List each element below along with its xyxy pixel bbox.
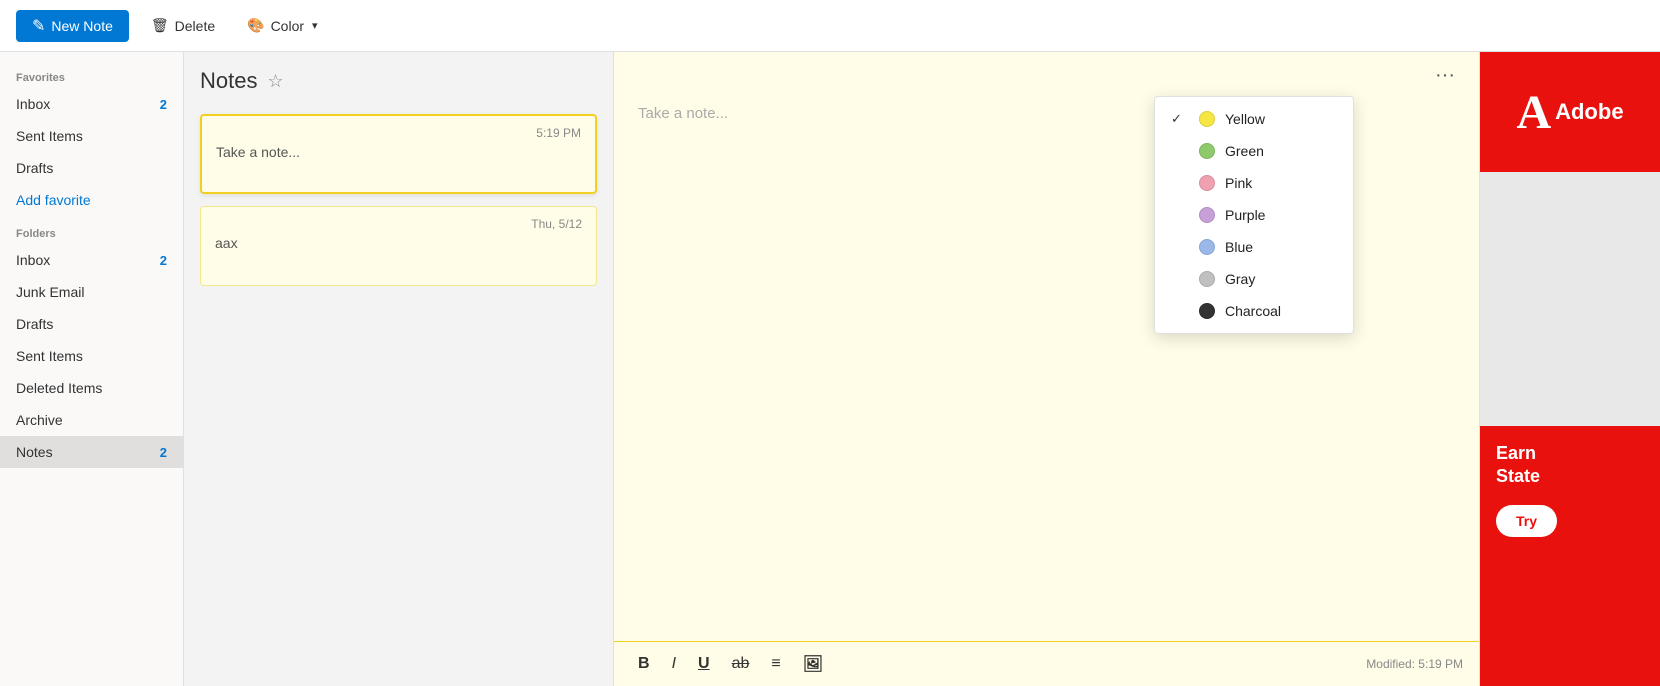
adobe-try-button[interactable]: Try xyxy=(1496,505,1557,537)
note-placeholder: Take a note... xyxy=(638,105,728,122)
drafts-fav-label: Drafts xyxy=(16,160,53,176)
color-option-green[interactable]: Green xyxy=(1155,135,1353,167)
junk-email-label: Junk Email xyxy=(16,284,84,300)
green-dot xyxy=(1199,143,1215,159)
yellow-dot xyxy=(1199,111,1215,127)
color-option-charcoal[interactable]: Charcoal xyxy=(1155,295,1353,327)
delete-icon: 🗑 xyxy=(151,17,169,34)
green-label: Green xyxy=(1225,143,1264,159)
delete-button[interactable]: 🗑 Delete xyxy=(141,11,225,40)
note-editor-top-bar: ··· xyxy=(614,52,1479,89)
underline-button[interactable]: U xyxy=(690,651,718,677)
main-area: Favorites Inbox 2 Sent Items Drafts Add … xyxy=(0,52,1660,686)
sent-items-fav-label: Sent Items xyxy=(16,128,83,144)
deleted-items-label: Deleted Items xyxy=(16,380,102,396)
sidebar-item-inbox-fav[interactable]: Inbox 2 xyxy=(0,88,183,120)
note2-time: Thu, 5/12 xyxy=(215,217,582,231)
adobe-earn-state-text: EarnState xyxy=(1496,442,1644,489)
notes-star-icon[interactable]: ☆ xyxy=(267,71,283,92)
blue-dot xyxy=(1199,239,1215,255)
purple-dot xyxy=(1199,207,1215,223)
notes-panel: Notes ☆ 5:19 PM Take a note... Thu, 5/12… xyxy=(184,52,614,686)
sidebar-item-inbox[interactable]: Inbox 2 xyxy=(0,244,183,276)
note-editor: ··· Take a note... B I U ab ≡ 🖼 Modified… xyxy=(614,52,1480,686)
notes-panel-header: Notes ☆ xyxy=(200,68,597,102)
right-edge-panel: A Adobe EarnState Try xyxy=(1480,52,1660,686)
notes-badge: 2 xyxy=(147,445,167,460)
charcoal-label: Charcoal xyxy=(1225,303,1281,319)
sidebar-item-notes[interactable]: Notes 2 xyxy=(0,436,183,468)
blue-label: Blue xyxy=(1225,239,1253,255)
note-card-1[interactable]: 5:19 PM Take a note... xyxy=(200,114,597,194)
delete-label: Delete xyxy=(175,18,215,34)
note1-preview: Take a note... xyxy=(216,144,581,160)
note2-preview: aax xyxy=(215,235,582,251)
gray-dot xyxy=(1199,271,1215,287)
color-option-blue[interactable]: Blue xyxy=(1155,231,1353,263)
new-note-label: New Note xyxy=(51,18,112,34)
color-icon: 🎨 xyxy=(247,17,264,34)
chevron-down-icon: ▾ xyxy=(312,19,318,32)
toolbar: ✎ New Note 🗑 Delete 🎨 Color ▾ xyxy=(0,0,1660,52)
adobe-bottom-banner: EarnState Try xyxy=(1480,426,1660,686)
gray-label: Gray xyxy=(1225,271,1255,287)
bold-button[interactable]: B xyxy=(630,651,658,677)
italic-button[interactable]: I xyxy=(664,651,684,677)
sidebar-item-sent-items-fav[interactable]: Sent Items xyxy=(0,120,183,152)
color-button[interactable]: 🎨 Color ▾ xyxy=(237,11,327,40)
sidebar-item-archive[interactable]: Archive xyxy=(0,404,183,436)
drafts-label: Drafts xyxy=(16,316,53,332)
favorites-header: Favorites xyxy=(0,60,183,88)
charcoal-dot xyxy=(1199,303,1215,319)
inbox-label: Inbox xyxy=(16,252,50,268)
purple-label: Purple xyxy=(1225,207,1265,223)
color-option-gray[interactable]: Gray xyxy=(1155,263,1353,295)
archive-label: Archive xyxy=(16,412,63,428)
note1-time: 5:19 PM xyxy=(216,126,581,140)
sidebar-item-drafts[interactable]: Drafts xyxy=(0,308,183,340)
color-option-purple[interactable]: Purple xyxy=(1155,199,1353,231)
folders-header: Folders xyxy=(0,216,183,244)
strikethrough-button[interactable]: ab xyxy=(724,651,758,677)
sidebar: Favorites Inbox 2 Sent Items Drafts Add … xyxy=(0,52,184,686)
inbox-fav-badge: 2 xyxy=(147,97,167,112)
adobe-logo: A xyxy=(1516,85,1551,140)
new-note-icon: ✎ xyxy=(32,16,45,36)
color-option-pink[interactable]: Pink xyxy=(1155,167,1353,199)
sidebar-item-sent-items[interactable]: Sent Items xyxy=(0,340,183,372)
sidebar-item-deleted-items[interactable]: Deleted Items xyxy=(0,372,183,404)
pink-label: Pink xyxy=(1225,175,1252,191)
notes-panel-title: Notes xyxy=(200,68,257,94)
sidebar-item-drafts-fav[interactable]: Drafts xyxy=(0,152,183,184)
new-note-button[interactable]: ✎ New Note xyxy=(16,10,129,42)
add-favorite-link[interactable]: Add favorite xyxy=(0,184,183,216)
adobe-brand-text: Adobe xyxy=(1555,99,1623,125)
sent-items-label: Sent Items xyxy=(16,348,83,364)
notes-label: Notes xyxy=(16,444,53,460)
note-editor-toolbar: B I U ab ≡ 🖼 Modified: 5:19 PM xyxy=(614,641,1479,686)
image-button[interactable]: 🖼 xyxy=(795,650,831,678)
modified-label: Modified: 5:19 PM xyxy=(1366,657,1463,671)
align-button[interactable]: ≡ xyxy=(763,651,788,677)
color-label: Color xyxy=(271,18,304,34)
color-dropdown: ✓ Yellow Green Pink Purple xyxy=(1154,96,1354,334)
inbox-fav-label: Inbox xyxy=(16,96,50,112)
inbox-badge: 2 xyxy=(147,253,167,268)
yellow-check-icon: ✓ xyxy=(1171,111,1187,127)
color-option-yellow[interactable]: ✓ Yellow xyxy=(1155,103,1353,135)
note-more-button[interactable]: ··· xyxy=(1427,62,1463,89)
sidebar-item-junk-email[interactable]: Junk Email xyxy=(0,276,183,308)
pink-dot xyxy=(1199,175,1215,191)
adobe-top-banner: A Adobe xyxy=(1480,52,1660,172)
yellow-label: Yellow xyxy=(1225,111,1265,127)
note-card-2[interactable]: Thu, 5/12 aax xyxy=(200,206,597,286)
